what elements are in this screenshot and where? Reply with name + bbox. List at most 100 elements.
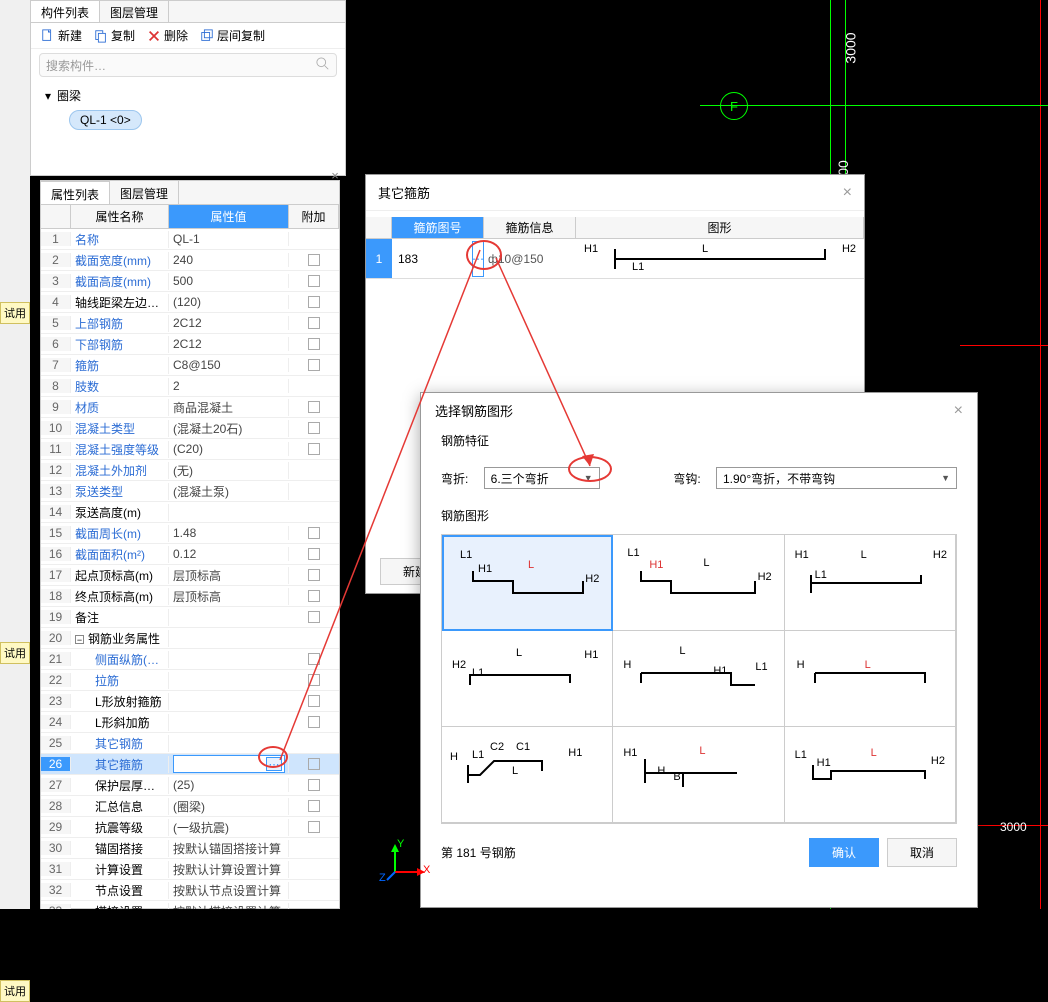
tree-item-ql1[interactable]: QL-1 <0> — [69, 110, 142, 130]
property-row[interactable]: 6下部钢筋2C12 — [41, 334, 339, 355]
property-row[interactable]: 20−钢筋业务属性 — [41, 628, 339, 649]
tab-layer-manage[interactable]: 图层管理 — [100, 1, 169, 22]
property-row[interactable]: 17起点顶标高(m)层顶标高 — [41, 565, 339, 586]
checkbox[interactable] — [308, 338, 320, 350]
property-row[interactable]: 7箍筋C8@150 — [41, 355, 339, 376]
footer-status: 第 181 号钢筋 — [441, 844, 516, 861]
checkbox[interactable] — [308, 422, 320, 434]
tab-member-list[interactable]: 构件列表 — [31, 1, 100, 22]
shape-option[interactable]: H2 L H1 L1 — [442, 631, 613, 727]
tab-layer[interactable]: 图层管理 — [110, 181, 179, 204]
chevron-down-icon: ▼ — [584, 473, 593, 483]
new-button[interactable]: 新建 — [41, 27, 82, 44]
copy-button[interactable]: 复制 — [94, 27, 135, 44]
property-row[interactable]: 28汇总信息(圈梁) — [41, 796, 339, 817]
checkbox[interactable] — [308, 821, 320, 833]
checkbox[interactable] — [308, 548, 320, 560]
property-row[interactable]: 22拉筋 — [41, 670, 339, 691]
property-row[interactable]: 3截面高度(mm)500 — [41, 271, 339, 292]
property-row[interactable]: 4轴线距梁左边…(120) — [41, 292, 339, 313]
col-stirrup-info[interactable]: 箍筋信息 — [484, 217, 576, 238]
property-row[interactable]: 30锚固搭接按默认锚固搭接计算 — [41, 838, 339, 859]
property-row[interactable]: 10混凝土类型(混凝土20石) — [41, 418, 339, 439]
shape-option[interactable]: L2 L1 H1 — [613, 823, 784, 824]
checkbox[interactable] — [308, 758, 320, 770]
checkbox[interactable] — [308, 695, 320, 707]
checkbox[interactable] — [308, 800, 320, 812]
col-stirrup-number[interactable]: 箍筋图号 — [392, 217, 484, 238]
ellipsis-button[interactable]: ⋯ — [472, 241, 484, 277]
property-row[interactable]: 29抗震等级(一级抗震) — [41, 817, 339, 838]
shape-option[interactable]: H L H1 L1 — [613, 631, 784, 727]
checkbox[interactable] — [308, 401, 320, 413]
property-row[interactable]: 5上部钢筋2C12 — [41, 313, 339, 334]
collapse-icon: ▾ — [45, 89, 51, 103]
shape-option[interactable]: L1 H1 L H2 — [613, 535, 784, 631]
property-row[interactable]: 12混凝土外加剂(无) — [41, 460, 339, 481]
ellipsis-button[interactable]: ⋯ — [266, 757, 282, 771]
property-row[interactable]: 25其它钢筋 — [41, 733, 339, 754]
dim-3000-bottom: 3000 — [1000, 820, 1027, 834]
shape-option[interactable]: L2 H2 L H1 — [785, 823, 956, 824]
property-row[interactable]: 15截面周长(m)1.48 — [41, 523, 339, 544]
property-row[interactable]: 32节点设置按默认节点设置计算 — [41, 880, 339, 901]
property-row[interactable]: 1名称QL-1 — [41, 229, 339, 250]
property-row[interactable]: 26其它箍筋⋯ — [41, 754, 339, 775]
property-row[interactable]: 8肢数2 — [41, 376, 339, 397]
col-shape[interactable]: 图形 — [576, 217, 864, 238]
delete-icon — [147, 29, 161, 43]
property-row[interactable]: 21侧面纵筋(… — [41, 649, 339, 670]
checkbox[interactable] — [308, 527, 320, 539]
checkbox[interactable] — [308, 779, 320, 791]
tree-node-root[interactable]: ▾ 圈梁 — [45, 87, 331, 104]
shape-option[interactable]: H L — [785, 631, 956, 727]
tab-properties[interactable]: 属性列表 — [41, 181, 110, 204]
checkbox[interactable] — [308, 296, 320, 308]
property-row[interactable]: 9材质商品混凝土 — [41, 397, 339, 418]
property-row[interactable]: 24L形斜加筋 — [41, 712, 339, 733]
shape-option[interactable]: H1 L H B — [613, 727, 784, 823]
checkbox[interactable] — [308, 653, 320, 665]
trial-tag: 试用 — [0, 302, 30, 324]
shape-option[interactable]: H L1 C2 C1 H1 L — [442, 727, 613, 823]
checkbox[interactable] — [308, 254, 320, 266]
delete-button[interactable]: 删除 — [147, 27, 188, 44]
checkbox[interactable] — [308, 275, 320, 287]
stirrup-info-cell[interactable]: ф10@150 — [484, 252, 576, 266]
hook-combo[interactable]: 1.90°弯折，不带弯钩 ▼ — [716, 467, 957, 489]
property-row[interactable]: 31计算设置按默认计算设置计算 — [41, 859, 339, 880]
member-list-panel: 构件列表 图层管理 新建 复制 删除 层间复制 搜索构件… ▾ 圈梁 QL-1 — [30, 0, 346, 176]
shape-option[interactable]: H1 L H2 L1 — [785, 535, 956, 631]
close-icon[interactable]: × — [954, 402, 963, 420]
property-row[interactable]: 23L形放射箍筋 — [41, 691, 339, 712]
cancel-button[interactable]: 取消 — [887, 838, 957, 867]
property-row[interactable]: 33搭接设置按默认搭接设置计算 — [41, 901, 339, 909]
checkbox[interactable] — [308, 443, 320, 455]
property-row[interactable]: 2截面宽度(mm)240 — [41, 250, 339, 271]
stirrup-number-cell[interactable]: 183 — [392, 252, 472, 266]
property-row[interactable]: 13泵送类型(混凝土泵) — [41, 481, 339, 502]
close-icon[interactable]: × — [843, 184, 852, 202]
trial-tag: 试用 — [0, 980, 30, 1002]
checkbox[interactable] — [308, 611, 320, 623]
shape-option[interactable]: H2 L2 H1 — [442, 823, 613, 824]
layer-copy-button[interactable]: 层间复制 — [200, 27, 265, 44]
property-row[interactable]: 14泵送高度(m) — [41, 502, 339, 523]
property-row[interactable]: 11混凝土强度等级(C20) — [41, 439, 339, 460]
ok-button[interactable]: 确认 — [809, 838, 879, 867]
checkbox[interactable] — [308, 359, 320, 371]
checkbox[interactable] — [308, 317, 320, 329]
property-row[interactable]: 18终点顶标高(m)层顶标高 — [41, 586, 339, 607]
checkbox[interactable] — [308, 590, 320, 602]
property-row[interactable]: 16截面面积(m²)0.12 — [41, 544, 339, 565]
stirrup-row[interactable]: 1 183 ⋯ ф10@150 H1 L L1 H2 — [366, 239, 864, 279]
property-row[interactable]: 27保护层厚…(25) — [41, 775, 339, 796]
checkbox[interactable] — [308, 569, 320, 581]
property-row[interactable]: 19备注 — [41, 607, 339, 628]
search-input[interactable]: 搜索构件… — [39, 53, 337, 77]
shape-option[interactable]: L1 H1 L H2 — [785, 727, 956, 823]
shape-option-181[interactable]: L1 H1 L H2 — [442, 535, 613, 631]
checkbox[interactable] — [308, 674, 320, 686]
checkbox[interactable] — [308, 716, 320, 728]
bend-combo[interactable]: 6.三个弯折 ▼ — [484, 467, 600, 489]
